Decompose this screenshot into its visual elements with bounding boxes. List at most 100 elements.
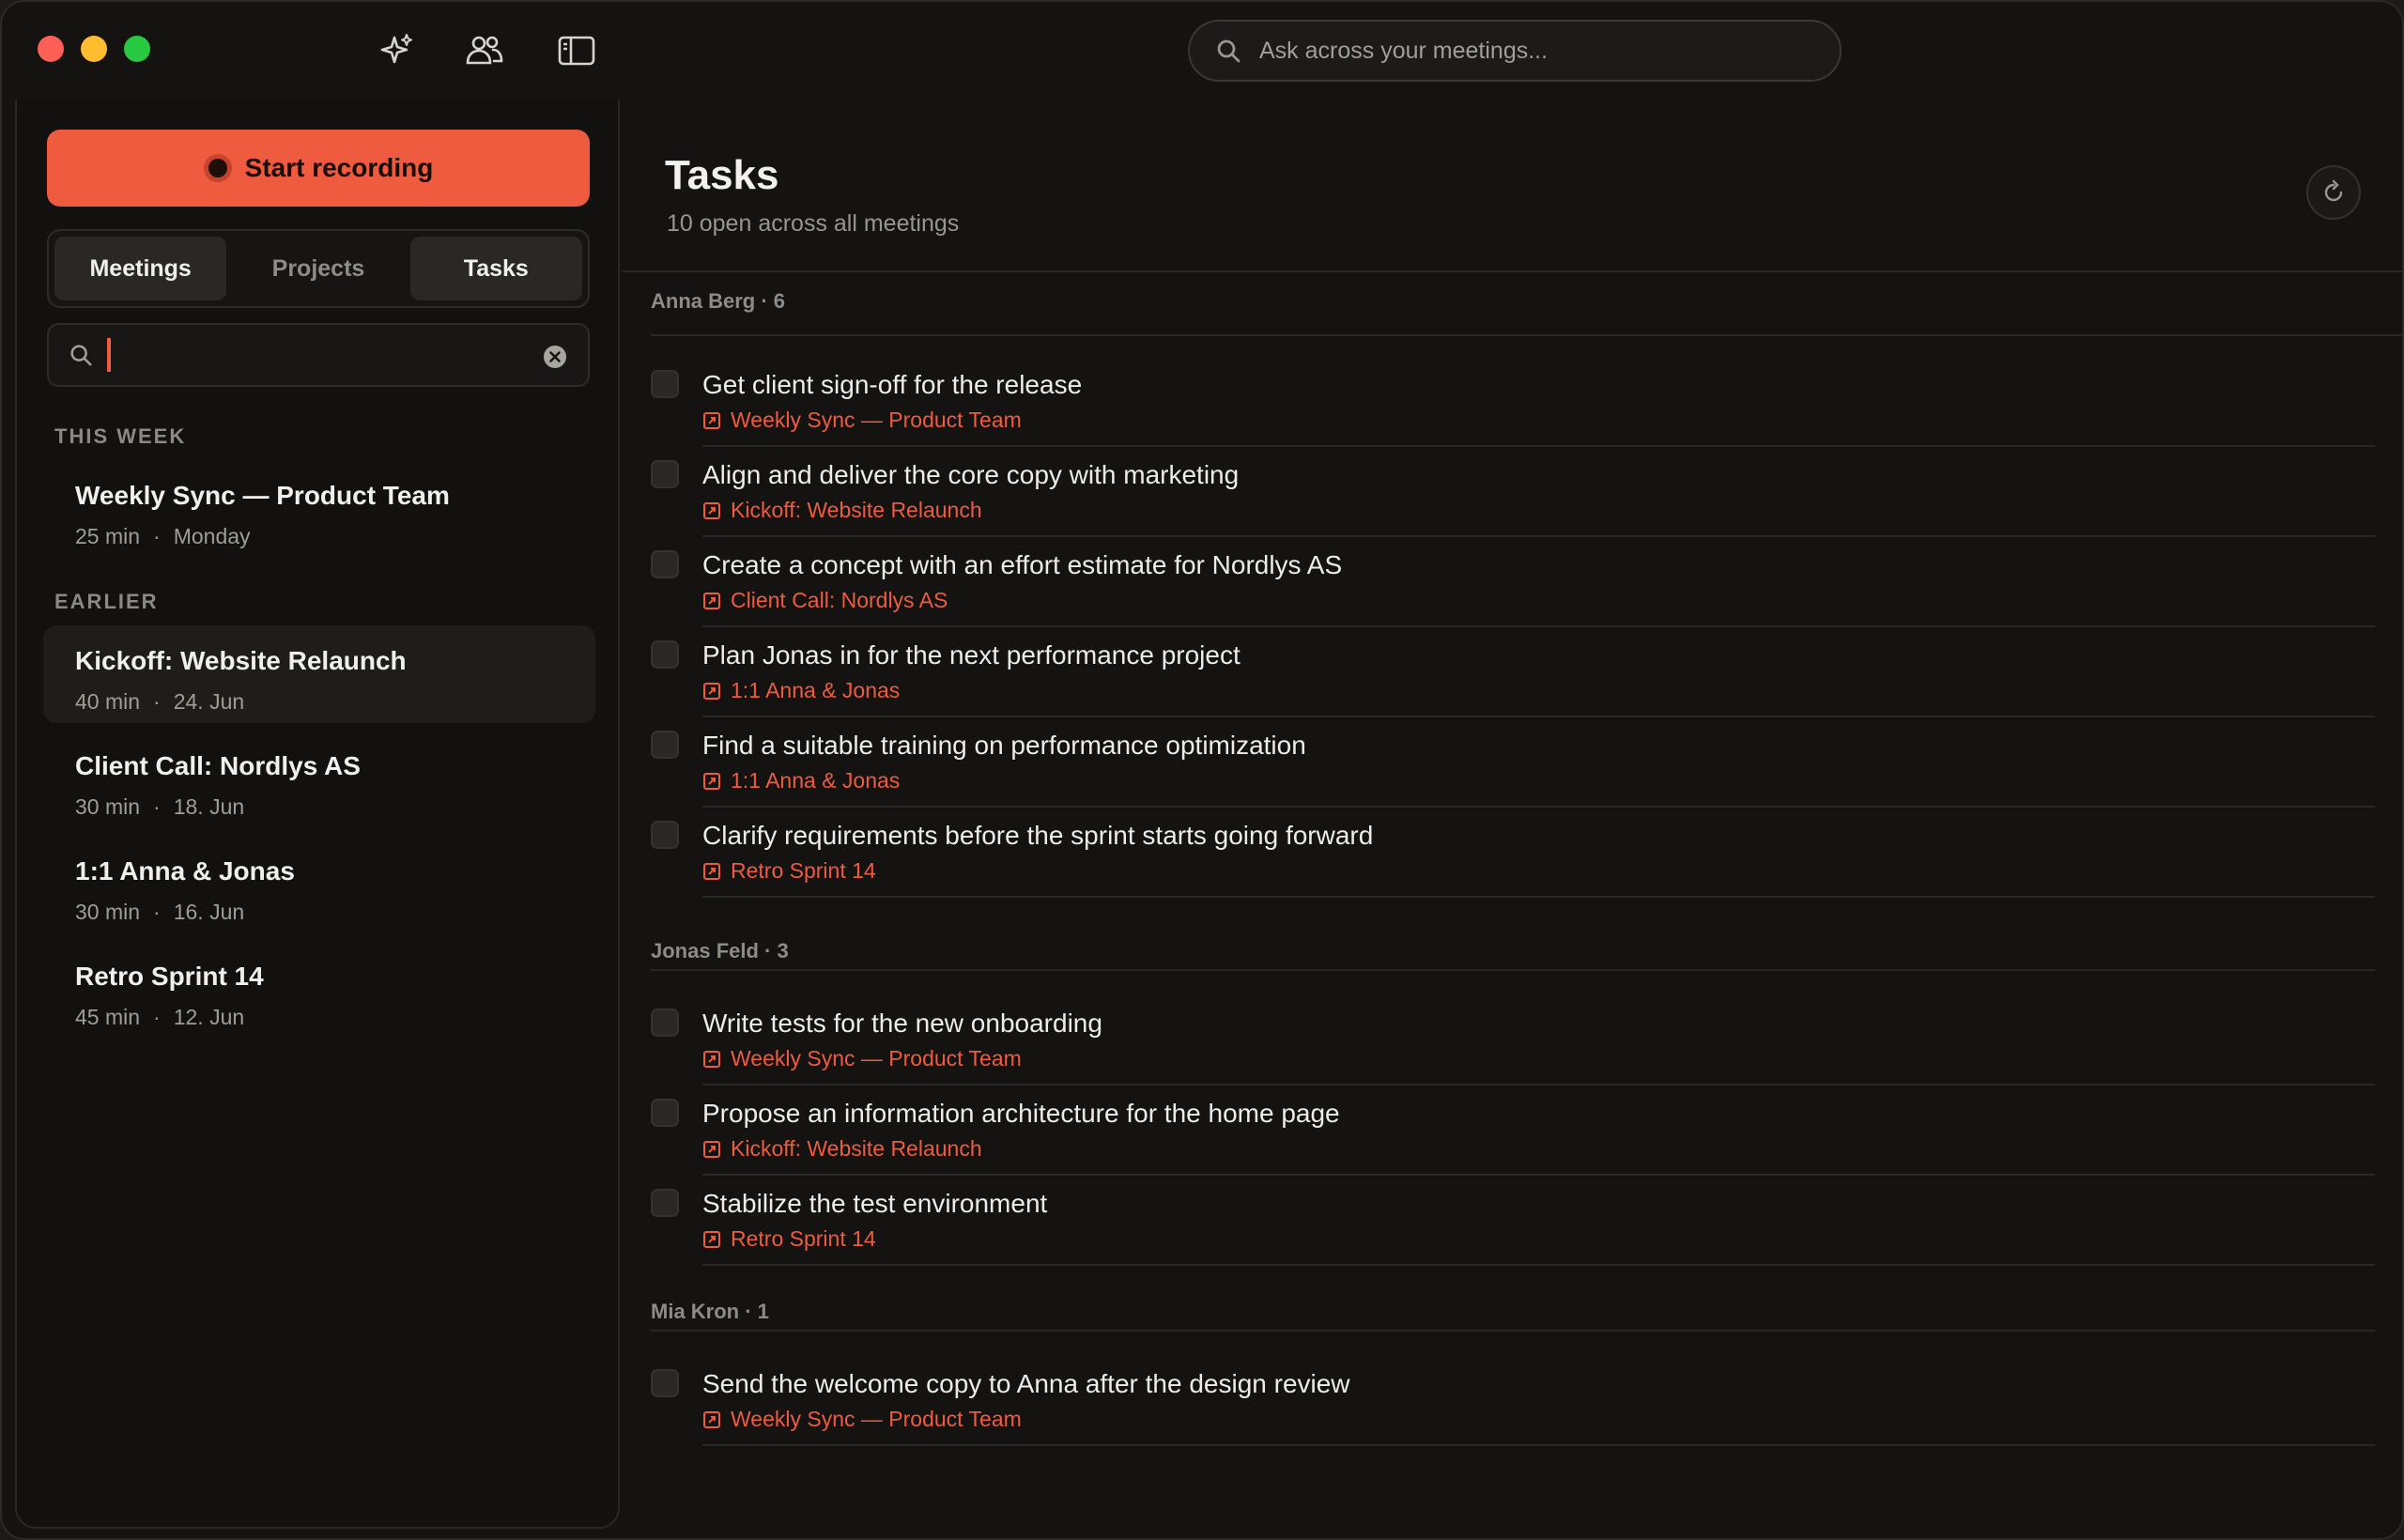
meeting-item[interactable]: Weekly Sync — Product Team 25 min · Monday <box>43 460 595 558</box>
task-row: Stabilize the test environment Retro Spri… <box>651 1176 2375 1266</box>
minimize-window-button[interactable] <box>81 36 107 62</box>
task-title[interactable]: Send the welcome copy to Anna after the … <box>702 1369 1350 1399</box>
global-search-input[interactable]: Ask across your meetings... <box>1188 20 1842 82</box>
link-out-icon <box>703 501 720 519</box>
start-recording-button[interactable]: Start recording <box>47 130 590 207</box>
task-source-link[interactable]: 1:1 Anna & Jonas <box>702 768 900 793</box>
search-placeholder: Ask across your meetings... <box>1259 37 1549 64</box>
meeting-meta: 40 min · 24. Jun <box>75 689 245 714</box>
task-title[interactable]: Find a suitable training on performance … <box>702 731 1306 761</box>
task-row: Send the welcome copy to Anna after the … <box>651 1356 2375 1446</box>
tab-tasks[interactable]: Tasks <box>409 237 582 300</box>
task-row: Find a suitable training on performance … <box>651 717 2375 808</box>
sidebar-search-input[interactable] <box>47 323 590 387</box>
people-icon[interactable] <box>464 30 505 71</box>
meeting-title: Retro Sprint 14 <box>75 962 264 991</box>
task-source-label: Retro Sprint 14 <box>731 1226 876 1251</box>
task-title[interactable]: Propose an information architecture for … <box>702 1099 1340 1129</box>
link-out-icon <box>703 862 720 880</box>
task-source-label: Weekly Sync — Product Team <box>731 1046 1022 1070</box>
task-title[interactable]: Create a concept with an effort estimate… <box>702 550 1342 580</box>
sidebar-toggle-icon[interactable] <box>556 30 597 71</box>
tab-meetings[interactable]: Meetings <box>54 237 227 300</box>
sparkles-icon[interactable] <box>376 30 417 71</box>
record-dot-icon <box>203 154 232 182</box>
refresh-button[interactable] <box>2306 165 2361 220</box>
task-title[interactable]: Plan Jonas in for the next performance p… <box>702 640 1241 670</box>
meeting-meta: 45 min · 12. Jun <box>75 1005 245 1029</box>
task-title[interactable]: Clarify requirements before the sprint s… <box>702 821 1373 851</box>
search-icon <box>1217 39 1241 63</box>
view-switcher: Meetings Projects Tasks <box>47 229 590 308</box>
task-source-link[interactable]: Kickoff: Website Relaunch <box>702 498 982 523</box>
task-checkbox[interactable] <box>651 460 679 488</box>
task-source-label: Kickoff: Website Relaunch <box>731 1136 982 1161</box>
task-source-link[interactable]: Kickoff: Website Relaunch <box>702 1136 982 1162</box>
task-source-label: Weekly Sync — Product Team <box>731 408 1022 432</box>
task-divider <box>702 896 2375 898</box>
meeting-item[interactable]: Retro Sprint 14 45 min · 12. Jun <box>43 941 595 1039</box>
task-checkbox[interactable] <box>651 1189 679 1217</box>
task-checkbox[interactable] <box>651 370 679 398</box>
search-icon <box>70 345 92 366</box>
titlebar: Ask across your meetings... <box>2 2 2402 100</box>
task-checkbox[interactable] <box>651 1099 679 1127</box>
meeting-meta: 30 min · 18. Jun <box>75 794 245 819</box>
task-group-label: Mia Kron · 1 <box>651 1300 769 1323</box>
task-title[interactable]: Stabilize the test environment <box>702 1189 1047 1219</box>
task-source-link[interactable]: Retro Sprint 14 <box>702 858 876 884</box>
meeting-title: Weekly Sync — Product Team <box>75 481 450 510</box>
task-source-link[interactable]: Weekly Sync — Product Team <box>702 1407 1022 1432</box>
link-out-icon <box>703 682 720 700</box>
page-title: Tasks <box>665 152 779 198</box>
task-source-label: Kickoff: Website Relaunch <box>731 498 982 522</box>
task-source-label: 1:1 Anna & Jonas <box>731 678 901 702</box>
meeting-meta: 30 min · 16. Jun <box>75 900 245 924</box>
meeting-meta: 25 min · Monday <box>75 524 251 548</box>
meeting-item[interactable]: Kickoff: Website Relaunch 40 min · 24. Jun <box>43 625 595 723</box>
task-group-divider <box>651 969 2375 971</box>
task-title[interactable]: Align and deliver the core copy with mar… <box>702 460 1239 490</box>
refresh-icon <box>2324 179 2343 202</box>
tab-projects[interactable]: Projects <box>232 237 404 300</box>
task-checkbox[interactable] <box>651 550 679 578</box>
task-row: Propose an information architecture for … <box>651 1086 2375 1176</box>
task-checkbox[interactable] <box>651 1369 679 1397</box>
task-source-link[interactable]: Weekly Sync — Product Team <box>702 1046 1022 1071</box>
sidebar: Start recording Meetings Projects Tasks … <box>15 100 620 1529</box>
link-out-icon <box>703 1140 720 1158</box>
task-checkbox[interactable] <box>651 731 679 759</box>
link-out-icon <box>703 1410 720 1428</box>
section-label-earlier: EARLIER <box>54 590 159 613</box>
app-window: Ask across your meetings... Start record… <box>0 0 2404 1540</box>
task-source-label: Client Call: Nordlys AS <box>731 588 948 612</box>
text-caret <box>107 338 111 372</box>
task-title[interactable]: Write tests for the new onboarding <box>702 1009 1102 1039</box>
close-window-button[interactable] <box>38 36 64 62</box>
task-checkbox[interactable] <box>651 821 679 849</box>
task-row: Clarify requirements before the sprint s… <box>651 808 2375 898</box>
task-checkbox[interactable] <box>651 1009 679 1037</box>
meeting-item[interactable]: 1:1 Anna & Jonas 30 min · 16. Jun <box>43 836 595 933</box>
header-divider <box>622 270 2402 272</box>
task-source-link[interactable]: Client Call: Nordlys AS <box>702 588 948 613</box>
task-source-link[interactable]: Weekly Sync — Product Team <box>702 408 1022 433</box>
link-out-icon <box>703 1230 720 1248</box>
task-row: Write tests for the new onboarding Weekly… <box>651 995 2375 1086</box>
meeting-title: Kickoff: Website Relaunch <box>75 646 407 675</box>
clear-search-icon[interactable] <box>543 345 567 369</box>
task-source-link[interactable]: Retro Sprint 14 <box>702 1226 876 1252</box>
zoom-window-button[interactable] <box>124 36 150 62</box>
meeting-title: Client Call: Nordlys AS <box>75 751 361 780</box>
task-checkbox[interactable] <box>651 640 679 669</box>
section-label-this-week: THIS WEEK <box>54 424 187 448</box>
meeting-title: 1:1 Anna & Jonas <box>75 856 295 886</box>
task-row: Plan Jonas in for the next performance p… <box>651 627 2375 717</box>
task-group-divider <box>651 334 2402 336</box>
task-title[interactable]: Get client sign-off for the release <box>702 370 1082 400</box>
task-source-label: 1:1 Anna & Jonas <box>731 768 901 793</box>
link-out-icon <box>703 592 720 609</box>
task-source-link[interactable]: 1:1 Anna & Jonas <box>702 678 900 703</box>
meeting-item[interactable]: Client Call: Nordlys AS 30 min · 18. Jun <box>43 731 595 828</box>
task-row: Align and deliver the core copy with mar… <box>651 447 2375 537</box>
